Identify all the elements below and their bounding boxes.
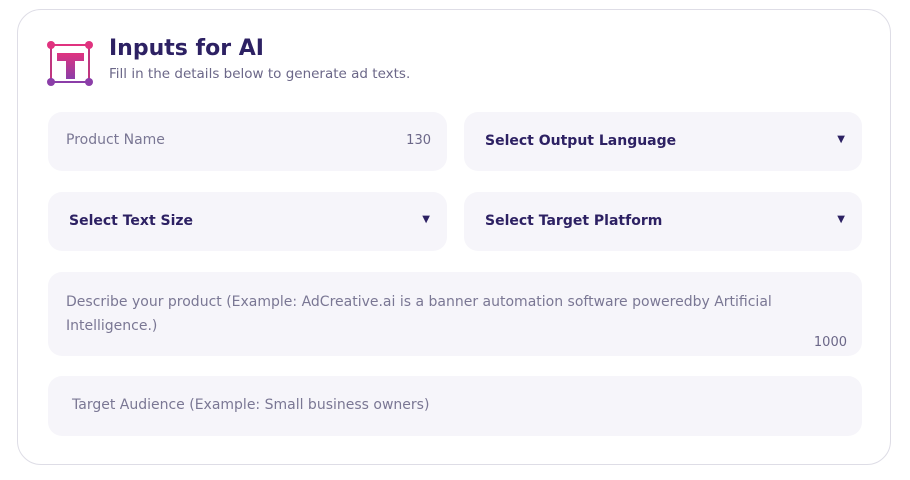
output-language-select[interactable]: Select Output Language ▼ — [464, 112, 862, 171]
target-platform-select[interactable]: Select Target Platform ▼ — [464, 192, 862, 251]
text-size-select[interactable]: Select Text Size ▼ — [48, 192, 447, 251]
page-title: Inputs for AI — [109, 36, 264, 61]
page-subtitle: Fill in the details below to generate ad… — [109, 66, 411, 82]
product-description-placeholder: Describe your product (Example: AdCreati… — [66, 294, 772, 334]
chevron-down-icon: ▼ — [422, 214, 430, 225]
target-platform-label: Select Target Platform — [485, 213, 663, 229]
product-name-char-counter: 130 — [406, 133, 431, 148]
product-description-textarea[interactable]: Describe your product (Example: AdCreati… — [48, 272, 862, 356]
target-audience-placeholder: Target Audience (Example: Small business… — [72, 397, 430, 413]
description-char-counter: 1000 — [813, 335, 847, 350]
product-name-input[interactable]: Product Name 130 — [48, 112, 447, 171]
target-audience-input[interactable]: Target Audience (Example: Small business… — [48, 376, 862, 436]
product-name-placeholder: Product Name — [66, 132, 165, 148]
text-frame-icon — [47, 41, 93, 86]
text-size-label: Select Text Size — [69, 213, 194, 229]
chevron-down-icon: ▼ — [837, 134, 845, 145]
chevron-down-icon: ▼ — [837, 214, 845, 225]
output-language-label: Select Output Language — [485, 133, 677, 149]
